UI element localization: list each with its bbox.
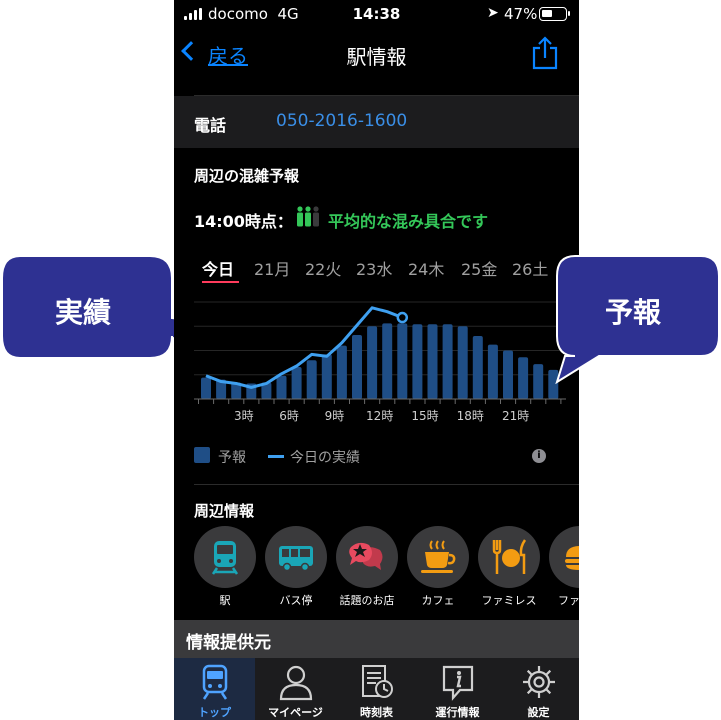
legend-forecast-label: 予報 bbox=[218, 450, 246, 466]
forecast-bar bbox=[412, 324, 423, 399]
star-chat-icon bbox=[349, 542, 383, 570]
x-tick-label: 3時 bbox=[234, 409, 254, 423]
actual-current-point bbox=[396, 311, 409, 324]
forecast-bar bbox=[457, 326, 468, 399]
poi-popular-shop[interactable]: 話題のお店 bbox=[336, 526, 398, 607]
forecast-bar bbox=[367, 326, 378, 399]
tab-top[interactable]: トップ bbox=[174, 658, 255, 720]
day-tab[interactable]: 25金 bbox=[461, 256, 497, 280]
tab-label: 時刻表 bbox=[360, 706, 393, 719]
congestion-title: 周辺の混雑予報 bbox=[194, 167, 300, 185]
phone-row: 電話 050-2016-1600 bbox=[174, 96, 579, 148]
tab-label: マイページ bbox=[268, 706, 323, 719]
congestion-status: 平均的な混み具合です bbox=[328, 212, 489, 231]
forecast-bar bbox=[276, 375, 287, 399]
fork-knife-icon bbox=[492, 539, 527, 574]
train-icon bbox=[202, 664, 228, 700]
legend-actual-swatch bbox=[268, 455, 284, 458]
provider-header: 情報提供元 bbox=[174, 620, 579, 658]
tab-my-page[interactable]: マイページ bbox=[255, 658, 336, 720]
tab-settings[interactable]: 設定 bbox=[498, 658, 579, 720]
x-tick-label: 21時 bbox=[502, 409, 529, 423]
forecast-bar bbox=[382, 323, 393, 399]
forecast-bar bbox=[291, 366, 302, 399]
poi-station[interactable]: 駅 bbox=[194, 526, 256, 607]
x-tick-label: 9時 bbox=[325, 409, 345, 423]
x-tick-label: 6時 bbox=[279, 409, 299, 423]
day-tab[interactable]: 23水 bbox=[356, 256, 392, 280]
info-icon bbox=[442, 665, 474, 701]
poi-fast-food[interactable]: ファスト bbox=[549, 526, 579, 607]
congestion-time: 14:00時点： bbox=[194, 212, 293, 231]
x-tick-label: 12時 bbox=[366, 409, 393, 423]
status-bar: docomo 4G 14:38 ➤ 47% bbox=[174, 0, 579, 28]
forecast-bar bbox=[336, 345, 347, 399]
day-tab[interactable]: 今日 bbox=[202, 256, 234, 280]
location-arrow-icon: ➤ bbox=[487, 5, 499, 21]
forecast-callout-label: 予報 bbox=[605, 296, 662, 329]
page-title: 駅情報 bbox=[346, 45, 407, 69]
divider bbox=[194, 484, 579, 485]
coffee-cup-icon bbox=[421, 540, 456, 573]
day-tabs: 今日 21月 22火 23水 24木 25金 26土 bbox=[194, 256, 579, 286]
actual-callout-label: 実績 bbox=[55, 296, 112, 329]
congestion-chart: 3時 6時 9時 12時 15時 18時 21時 bbox=[194, 301, 566, 423]
forecast-bar bbox=[503, 350, 513, 399]
phone-label: 電話 bbox=[194, 116, 227, 135]
gear-icon bbox=[523, 666, 555, 698]
day-tab[interactable]: 21月 bbox=[254, 256, 290, 280]
tab-label: 運行情報 bbox=[435, 706, 480, 719]
phone-number-link[interactable]: 050-2016-1600 bbox=[276, 111, 407, 131]
train-icon bbox=[211, 541, 239, 575]
active-day-underline bbox=[202, 281, 239, 283]
forecast-bar bbox=[472, 335, 483, 399]
burger-icon bbox=[565, 546, 579, 570]
legend-actual-label: 今日の実績 bbox=[290, 450, 360, 466]
poi-bus-stop[interactable]: バス停 bbox=[265, 526, 327, 607]
forecast-bar bbox=[397, 323, 408, 399]
phone-screen: docomo 4G 14:38 ➤ 47% 戻る 駅情報 電話 050-2016… bbox=[174, 0, 579, 720]
people-icon bbox=[297, 206, 319, 227]
info-icon[interactable]: i bbox=[532, 449, 546, 463]
bus-icon bbox=[279, 546, 313, 572]
poi-label: ファスト bbox=[558, 594, 579, 607]
forecast-bar bbox=[518, 357, 529, 399]
poi-cafe[interactable]: カフェ bbox=[407, 526, 469, 607]
x-tick-label: 15時 bbox=[411, 409, 438, 423]
timetable-icon bbox=[362, 665, 393, 698]
forecast-bar bbox=[352, 334, 362, 399]
battery-percent: 47% bbox=[504, 5, 538, 23]
legend-forecast-swatch bbox=[194, 447, 210, 463]
forecast-bar bbox=[427, 324, 438, 399]
day-tab[interactable]: 26土 bbox=[512, 256, 548, 280]
tab-label: 設定 bbox=[527, 706, 550, 719]
forecast-bar bbox=[306, 360, 317, 399]
forecast-bar bbox=[487, 344, 498, 399]
person-icon bbox=[279, 665, 313, 701]
day-tab[interactable]: 24木 bbox=[408, 256, 444, 280]
tab-bar: トップ マイページ 時刻表 運行情報 設定 bbox=[174, 658, 579, 720]
nearby-title: 周辺情報 bbox=[194, 502, 255, 520]
share-icon[interactable] bbox=[531, 36, 559, 70]
tab-service-info[interactable]: 運行情報 bbox=[417, 658, 498, 720]
forecast-bar bbox=[201, 377, 211, 399]
battery-icon bbox=[539, 7, 570, 21]
battery-fill bbox=[542, 10, 552, 17]
provider-label: 情報提供元 bbox=[186, 633, 271, 653]
x-tick-label: 18時 bbox=[457, 409, 484, 423]
forecast-bar bbox=[533, 364, 544, 399]
forecast-bar bbox=[442, 324, 453, 399]
forecast-bar bbox=[321, 354, 332, 399]
navigation-bar: 戻る 駅情報 bbox=[174, 28, 579, 80]
tab-timetable[interactable]: 時刻表 bbox=[336, 658, 417, 720]
tab-label: トップ bbox=[198, 706, 231, 719]
day-tab[interactable]: 22火 bbox=[305, 256, 341, 280]
chart-legend: 予報 今日の実績 i bbox=[194, 446, 579, 466]
poi-family-restaurant[interactable]: ファミレス bbox=[478, 526, 540, 607]
